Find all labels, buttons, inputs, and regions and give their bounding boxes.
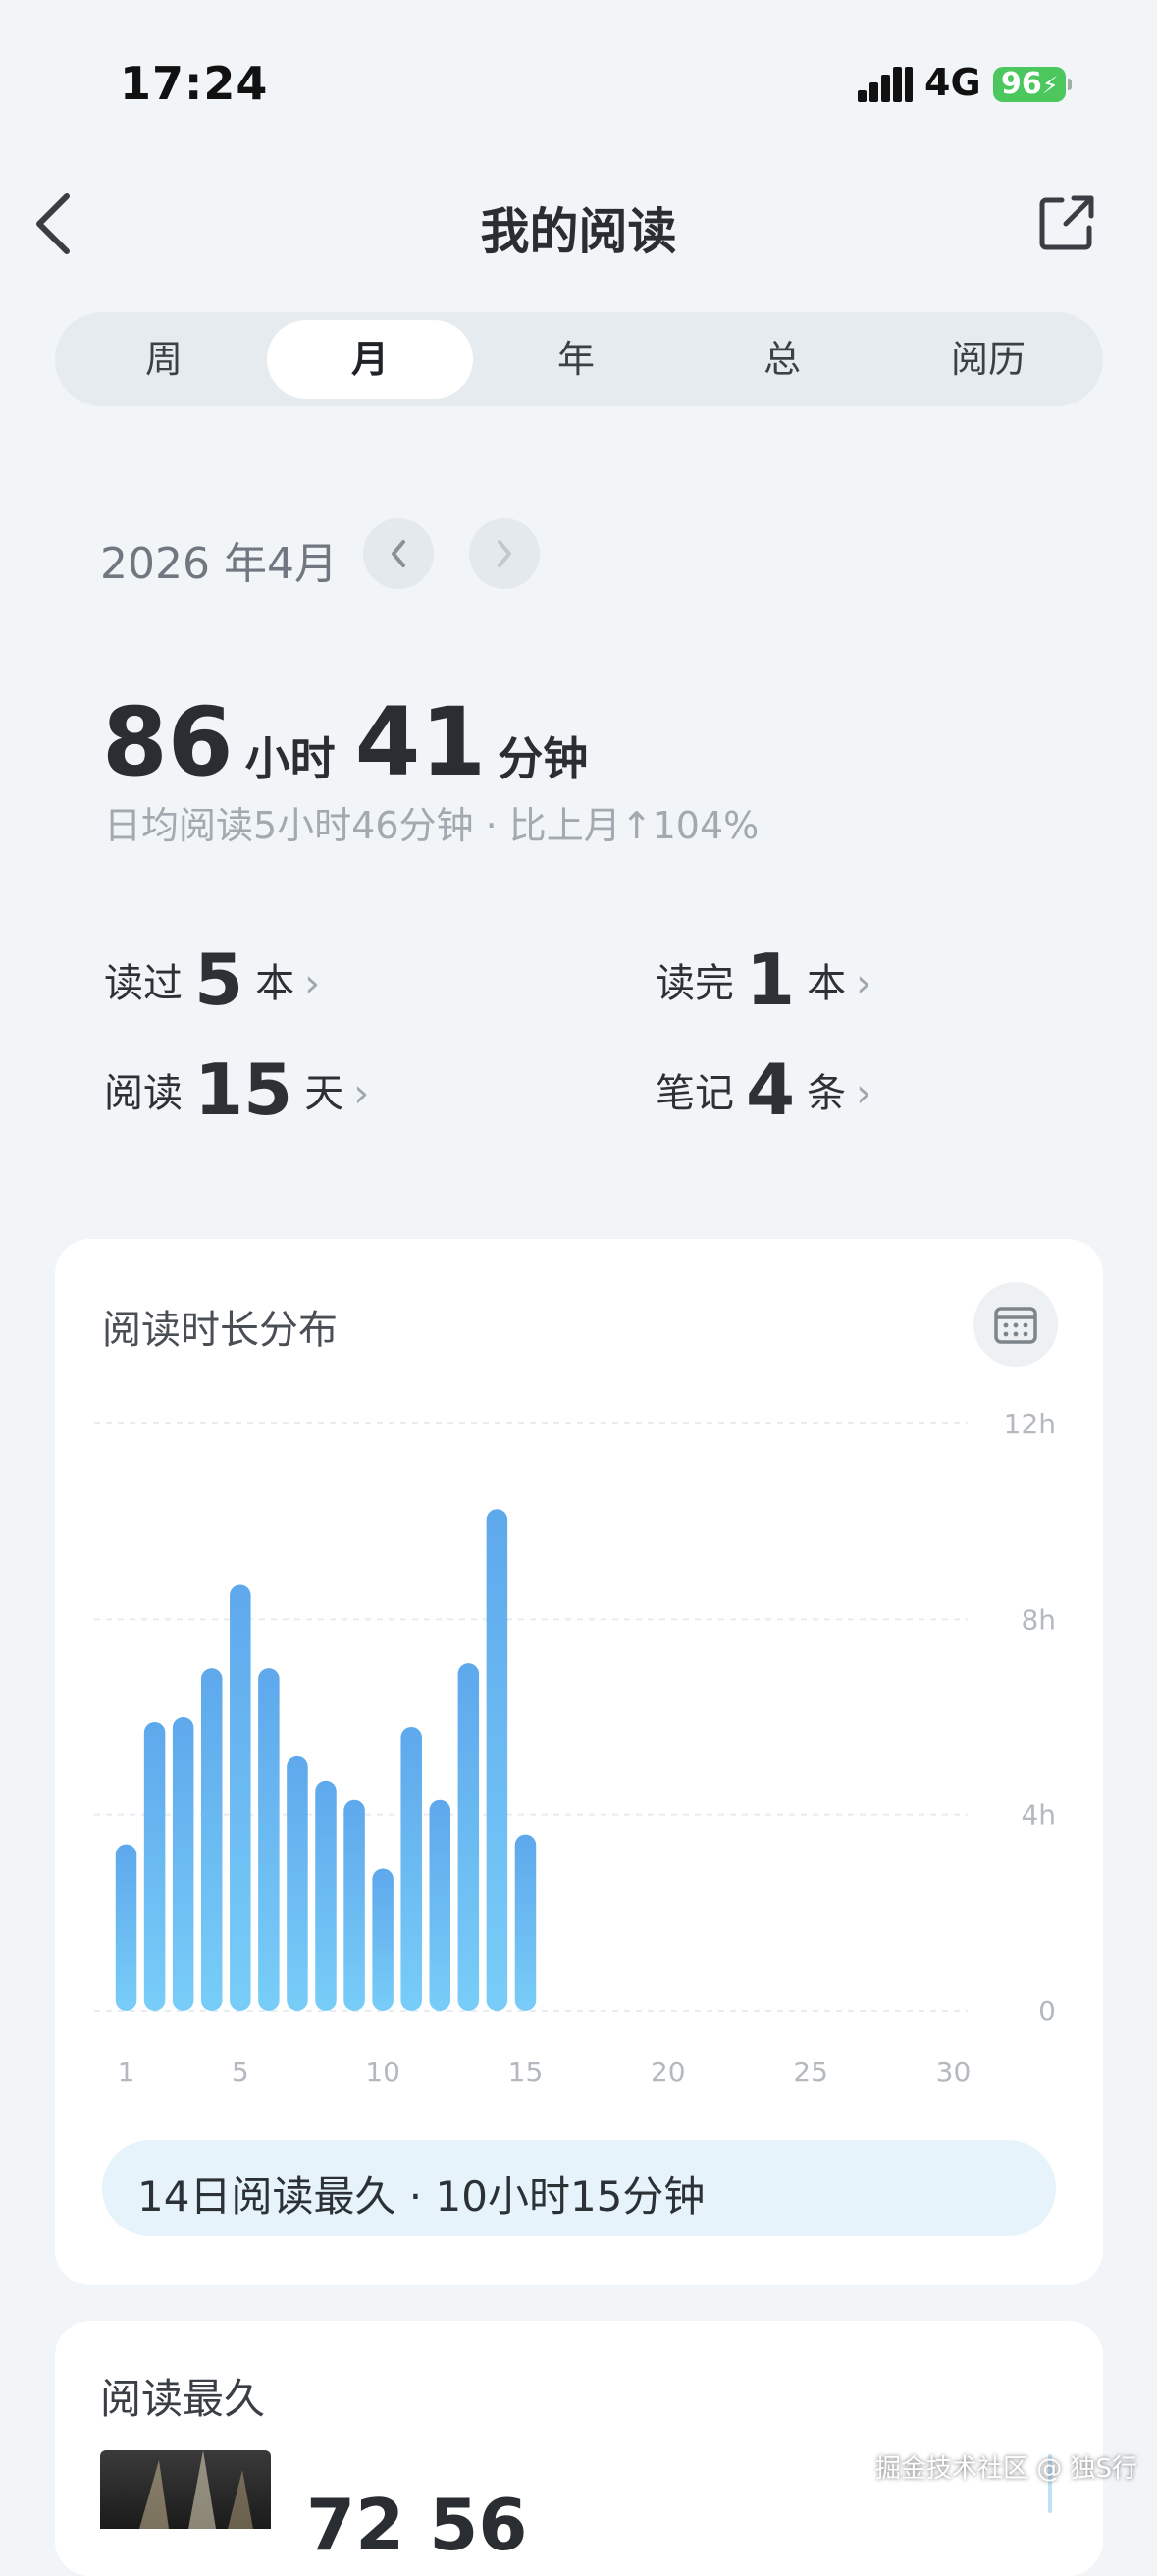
stat-unit: 本 xyxy=(255,961,295,1006)
stat-label: 读完 xyxy=(656,961,734,1006)
chart-bar[interactable] xyxy=(115,1844,137,2011)
chart-bar[interactable] xyxy=(315,1780,337,2011)
stat-value: 15 xyxy=(194,1048,293,1131)
chart-bar[interactable] xyxy=(429,1799,451,2011)
stat-books-read[interactable]: 读过 5 本 › xyxy=(104,939,320,1021)
stat-notes[interactable]: 笔记 4 条 › xyxy=(656,1048,871,1131)
chevron-right-icon: › xyxy=(856,961,872,1006)
reading-duration-chart: 04h8h12h1 5 10 15 20 25 30 xyxy=(94,1408,1056,2088)
watermark-text: 掘金技术社区 @ 独S行 xyxy=(875,2454,1138,2484)
chart-bar[interactable] xyxy=(258,1668,280,2011)
x-tick-label: 1 xyxy=(118,2056,135,2088)
daily-average-text: 日均阅读5小时46分钟 · 比上月↑104% xyxy=(104,804,760,847)
period-tabs: 周 月 年 总 阅历 xyxy=(55,312,1103,406)
chart-bar[interactable] xyxy=(143,1721,166,2011)
x-tick-label: 10 xyxy=(365,2056,400,2088)
next-month-button[interactable] xyxy=(469,518,540,589)
network-type: 4G xyxy=(924,61,981,104)
longest-read-value: 72 56 xyxy=(306,2484,528,2566)
longest-read-title: 阅读最久 xyxy=(100,2375,266,2423)
chart-bar[interactable] xyxy=(200,1668,223,2011)
stat-books-finished[interactable]: 读完 1 本 › xyxy=(656,939,871,1021)
stat-unit: 天 xyxy=(304,1071,344,1116)
x-tick-label: 30 xyxy=(936,2056,972,2088)
status-time: 17:24 xyxy=(120,57,269,110)
chevron-right-icon xyxy=(498,540,511,567)
stat-label: 读过 xyxy=(104,961,183,1006)
chart-card-title: 阅读时长分布 xyxy=(102,1308,338,1353)
calendar-icon xyxy=(994,1307,1037,1344)
stat-value: 5 xyxy=(194,939,244,1021)
y-tick-label: 4h xyxy=(1021,1799,1056,1832)
chevron-left-icon xyxy=(392,540,405,567)
x-tick-label: 25 xyxy=(793,2056,828,2088)
stat-unit: 本 xyxy=(807,961,847,1006)
stat-label: 笔记 xyxy=(656,1071,734,1116)
tab-history[interactable]: 阅历 xyxy=(885,320,1091,399)
x-tick-label: 15 xyxy=(508,2056,544,2088)
stat-unit: 条 xyxy=(807,1071,847,1116)
chart-bar[interactable] xyxy=(372,1868,394,2011)
chart-bar[interactable] xyxy=(230,1584,251,2011)
stat-value: 1 xyxy=(746,939,796,1021)
tab-month[interactable]: 月 xyxy=(267,320,473,399)
y-tick-label: 0 xyxy=(1038,1995,1056,2027)
battery-level: 96 xyxy=(1001,67,1042,101)
minutes-unit: 分钟 xyxy=(498,732,589,785)
book-cover-image[interactable] xyxy=(100,2450,271,2529)
tab-total[interactable]: 总 xyxy=(679,320,885,399)
total-hours: 86 xyxy=(102,687,234,797)
signal-icon xyxy=(858,67,913,102)
stat-value: 4 xyxy=(746,1048,796,1131)
y-tick-label: 12h xyxy=(1004,1408,1056,1440)
tab-year[interactable]: 年 xyxy=(473,320,679,399)
hours-unit: 小时 xyxy=(244,732,336,785)
chart-bar[interactable] xyxy=(172,1717,194,2011)
calendar-button[interactable] xyxy=(973,1282,1058,1367)
chart-bar[interactable] xyxy=(457,1663,480,2011)
chevron-right-icon: › xyxy=(304,961,321,1006)
chevron-right-icon: › xyxy=(353,1071,370,1116)
chevron-right-icon: › xyxy=(856,1071,872,1116)
chart-bar[interactable] xyxy=(287,1755,308,2011)
stat-label: 阅读 xyxy=(104,1071,183,1116)
page-title: 我的阅读 xyxy=(480,203,677,260)
total-minutes: 41 xyxy=(354,687,487,797)
x-tick-label: 5 xyxy=(232,2056,249,2088)
stat-reading-days[interactable]: 阅读 15 天 › xyxy=(104,1048,369,1131)
total-reading-time: 86 小时 41 分钟 xyxy=(102,687,607,797)
book-cover-art xyxy=(139,2450,253,2529)
tab-week[interactable]: 周 xyxy=(61,320,267,399)
share-icon[interactable] xyxy=(1038,194,1095,251)
chart-bar[interactable] xyxy=(514,1834,537,2011)
longest-day-text: 14日阅读最久 · 10小时15分钟 xyxy=(137,2173,706,2221)
chart-bar[interactable] xyxy=(400,1726,422,2011)
battery-tip xyxy=(1068,79,1072,90)
month-label: 2026 年4月 xyxy=(100,539,338,589)
chart-bar[interactable] xyxy=(486,1509,508,2011)
chart-bar[interactable] xyxy=(343,1799,365,2011)
battery-icon: 96⚡ xyxy=(993,67,1066,102)
x-tick-label: 20 xyxy=(651,2056,686,2088)
prev-month-button[interactable] xyxy=(363,518,434,589)
y-tick-label: 8h xyxy=(1021,1603,1056,1636)
